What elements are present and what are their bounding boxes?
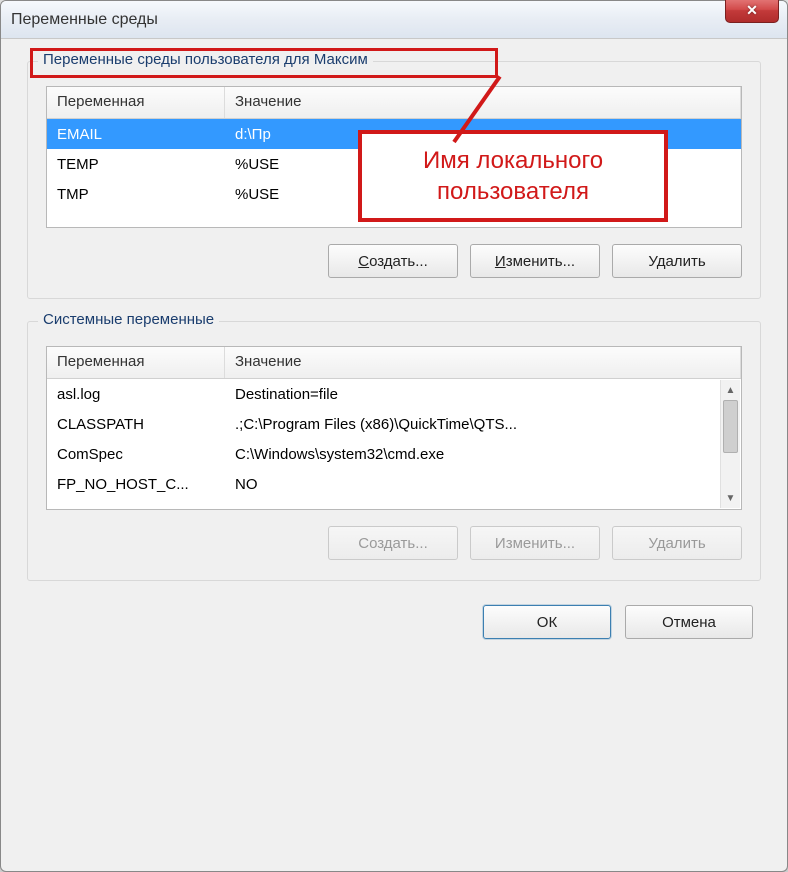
window-title: Переменные среды: [11, 11, 158, 29]
sys-col-name[interactable]: Переменная: [47, 347, 225, 378]
scroll-down-icon[interactable]: ▼: [721, 488, 740, 508]
system-vars-header: Переменная Значение: [47, 347, 741, 379]
annotation-callout: Имя локального пользователя: [358, 130, 668, 222]
sys-create-button[interactable]: Создать...: [328, 526, 458, 560]
system-vars-groupbox: Системные переменные Переменная Значение…: [27, 321, 761, 581]
sys-delete-button[interactable]: Удалить: [612, 526, 742, 560]
table-row[interactable]: CLASSPATH.;C:\Program Files (x86)\QuickT…: [47, 409, 741, 439]
user-vars-groupbox: Переменные среды пользователя для Максим…: [27, 61, 761, 299]
table-row[interactable]: asl.logDestination=file: [47, 379, 741, 409]
cell-value: .;C:\Program Files (x86)\QuickTime\QTS..…: [225, 412, 741, 437]
sys-col-value[interactable]: Значение: [225, 347, 741, 378]
cell-name: TEMP: [47, 152, 225, 177]
user-vars-buttons: Создать... Изменить... Удалить: [46, 244, 742, 278]
titlebar[interactable]: Переменные среды ✕: [1, 1, 787, 39]
user-edit-button[interactable]: Изменить...: [470, 244, 600, 278]
close-icon: ✕: [746, 2, 758, 19]
close-button[interactable]: ✕: [725, 0, 779, 23]
user-delete-button[interactable]: Удалить: [612, 244, 742, 278]
env-vars-dialog: Переменные среды ✕ Переменные среды поль…: [0, 0, 788, 872]
user-col-name[interactable]: Переменная: [47, 87, 225, 118]
annotation-text: Имя локального пользователя: [362, 145, 664, 207]
scroll-thumb[interactable]: [723, 400, 738, 453]
cancel-button[interactable]: Отмена: [625, 605, 753, 639]
table-row[interactable]: ComSpecC:\Windows\system32\cmd.exe: [47, 439, 741, 469]
system-vars-title: Системные переменные: [38, 311, 219, 328]
dialog-buttons: ОК Отмена: [27, 601, 761, 639]
ok-button[interactable]: ОК: [483, 605, 611, 639]
user-create-button[interactable]: Создать...: [328, 244, 458, 278]
table-row[interactable]: FP_NO_HOST_C...NO: [47, 469, 741, 499]
scroll-track[interactable]: [721, 400, 740, 488]
cell-value: C:\Windows\system32\cmd.exe: [225, 442, 741, 467]
scroll-up-icon[interactable]: ▲: [721, 380, 740, 400]
cell-name: CLASSPATH: [47, 412, 225, 437]
cell-name: FP_NO_HOST_C...: [47, 472, 225, 497]
cell-value: NO: [225, 472, 741, 497]
system-vars-buttons: Создать... Изменить... Удалить: [46, 526, 742, 560]
cell-name: asl.log: [47, 382, 225, 407]
cell-name: ComSpec: [47, 442, 225, 467]
cell-value: Destination=file: [225, 382, 741, 407]
cell-name: TMP: [47, 182, 225, 207]
sys-edit-button[interactable]: Изменить...: [470, 526, 600, 560]
annotation-highlight: [30, 48, 498, 78]
system-vars-rows: asl.logDestination=fileCLASSPATH.;C:\Pro…: [47, 379, 741, 509]
user-vars-header: Переменная Значение: [47, 87, 741, 119]
system-vars-scrollbar[interactable]: ▲ ▼: [720, 380, 740, 508]
cell-name: EMAIL: [47, 122, 225, 147]
system-vars-listview[interactable]: Переменная Значение asl.logDestination=f…: [46, 346, 742, 510]
dialog-body: Переменные среды пользователя для Максим…: [1, 39, 787, 657]
